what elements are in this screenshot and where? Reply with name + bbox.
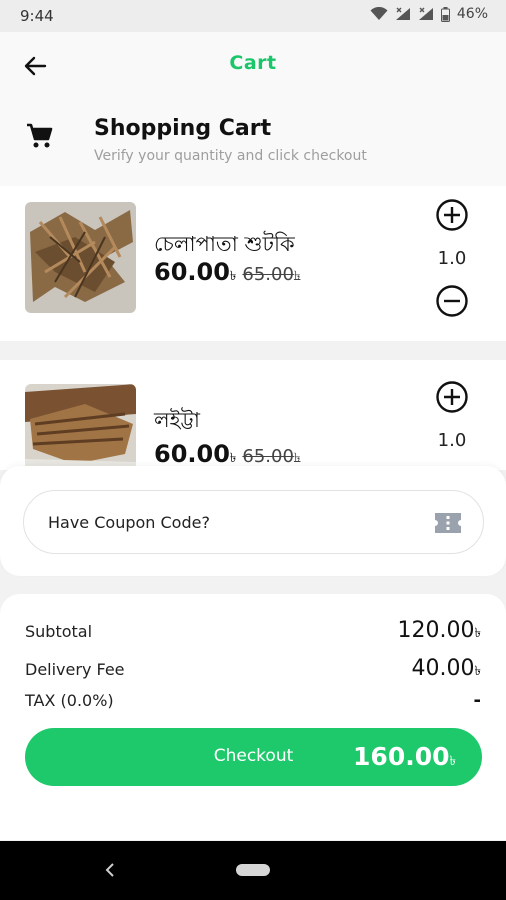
price-row: 60.00৳ 65.00৳ [154, 258, 300, 288]
subtotal-label: Subtotal [25, 622, 93, 641]
cart-item: চেলাপাতা শুটকি 60.00৳ 65.00৳ 1.0 [0, 186, 506, 341]
nav-back-icon[interactable] [100, 859, 120, 881]
quantity-value: 1.0 [437, 430, 467, 451]
checkout-button[interactable]: Checkout 160.00৳ [25, 728, 482, 786]
delivery-fee-value: 40.00৳ [411, 656, 481, 681]
tax-row: TAX (0.0%) - [25, 690, 481, 711]
product-image[interactable] [25, 384, 136, 470]
cart-heading: Shopping Cart [94, 116, 272, 141]
coupon-section: Have Coupon Code? [0, 466, 506, 576]
coupon-placeholder: Have Coupon Code? [48, 513, 210, 532]
tax-value: - [473, 690, 481, 711]
increase-quantity-button[interactable] [435, 380, 469, 414]
system-nav-bar [0, 841, 506, 900]
tax-label: TAX (0.0%) [25, 691, 114, 710]
order-summary: Subtotal 120.00৳ Delivery Fee 40.00৳ TAX… [0, 594, 506, 840]
battery-percentage: 46% [456, 6, 488, 22]
page-title: Cart [229, 52, 277, 74]
checkout-total: 160.00৳ [353, 742, 456, 771]
battery-icon [440, 6, 450, 22]
quantity-value: 1.0 [437, 248, 467, 269]
status-icons: 46% [370, 6, 488, 22]
subtotal-value: 120.00৳ [397, 618, 481, 643]
product-image[interactable] [25, 202, 136, 313]
cart-item: লইট্টা 60.00৳ 65.00৳ 1.0 [0, 360, 506, 470]
ticket-icon [435, 513, 461, 533]
coupon-code-field[interactable]: Have Coupon Code? [23, 490, 484, 554]
signal-icon [395, 7, 410, 20]
wifi-icon [370, 7, 388, 20]
status-bar: 9:44 46% [0, 0, 506, 32]
cart-subtitle: Verify your quantity and click checkout [94, 148, 367, 164]
product-price: 60.00৳ [154, 258, 237, 286]
decrease-quantity-button[interactable] [435, 284, 469, 318]
signal-icon [418, 7, 433, 20]
app-bar: Cart [0, 32, 506, 98]
increase-quantity-button[interactable] [435, 198, 469, 232]
subtotal-row: Subtotal 120.00৳ [25, 618, 481, 645]
nav-home-pill[interactable] [236, 864, 270, 876]
shopping-cart-icon [27, 123, 53, 148]
cart-header: Shopping Cart Verify your quantity and c… [0, 98, 506, 186]
status-time: 9:44 [20, 7, 54, 25]
delivery-fee-row: Delivery Fee 40.00৳ [25, 656, 481, 683]
delivery-fee-label: Delivery Fee [25, 660, 125, 679]
product-name: লইট্টা [154, 408, 200, 432]
product-old-price: 65.00৳ [242, 264, 301, 285]
